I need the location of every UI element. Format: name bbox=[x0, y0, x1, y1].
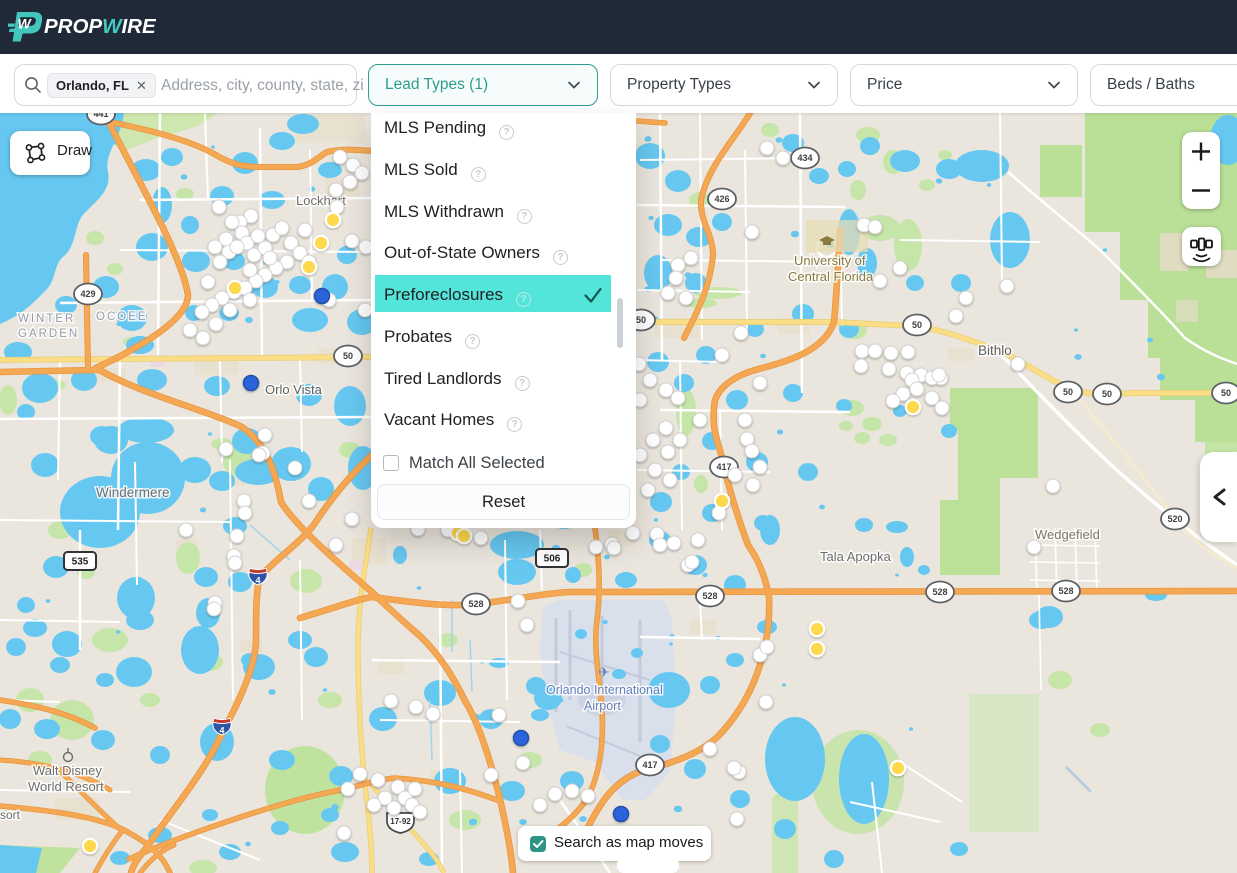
svg-text:Central Florida: Central Florida bbox=[788, 269, 874, 284]
svg-text:Wedgefield: Wedgefield bbox=[1035, 527, 1100, 542]
svg-text:Walt Disney: Walt Disney bbox=[33, 763, 102, 778]
svg-text:World Resort: World Resort bbox=[28, 779, 104, 794]
svg-text:528: 528 bbox=[468, 599, 483, 609]
svg-text:50: 50 bbox=[1063, 387, 1073, 397]
svg-text:Windermere: Windermere bbox=[96, 485, 170, 500]
svg-text:University of: University of bbox=[794, 253, 866, 268]
svg-text:OCOEE: OCOEE bbox=[96, 311, 148, 323]
svg-text:528: 528 bbox=[702, 591, 717, 601]
svg-text:50: 50 bbox=[1102, 389, 1112, 399]
svg-text:Orlo Vista: Orlo Vista bbox=[265, 382, 323, 397]
svg-text:Bithlo: Bithlo bbox=[978, 343, 1012, 358]
svg-text:✈: ✈ bbox=[598, 664, 610, 680]
svg-text:50: 50 bbox=[912, 320, 922, 330]
svg-text:17-92: 17-92 bbox=[390, 817, 411, 826]
svg-text:Airport: Airport bbox=[584, 699, 621, 713]
svg-text:535: 535 bbox=[72, 557, 89, 568]
svg-text:4: 4 bbox=[255, 576, 260, 586]
svg-text:528: 528 bbox=[1058, 586, 1073, 596]
svg-text:GARDEN: GARDEN bbox=[18, 328, 79, 340]
svg-text:429: 429 bbox=[80, 289, 95, 299]
svg-text:50: 50 bbox=[636, 315, 646, 325]
svg-text:528: 528 bbox=[932, 587, 947, 597]
svg-text:50: 50 bbox=[343, 351, 353, 361]
svg-text:Tala Apopka: Tala Apopka bbox=[820, 549, 892, 564]
svg-text:4: 4 bbox=[219, 726, 224, 736]
svg-text:WINTER: WINTER bbox=[18, 313, 75, 325]
svg-text:520: 520 bbox=[1167, 514, 1182, 524]
svg-text:W: W bbox=[18, 16, 33, 32]
svg-text:Orlando International: Orlando International bbox=[546, 683, 663, 697]
svg-text:426: 426 bbox=[714, 194, 729, 204]
svg-text:sort: sort bbox=[0, 808, 21, 822]
svg-text:417: 417 bbox=[642, 760, 657, 770]
svg-text:506: 506 bbox=[544, 554, 561, 565]
svg-text:434: 434 bbox=[797, 153, 812, 163]
svg-text:50: 50 bbox=[1221, 388, 1231, 398]
